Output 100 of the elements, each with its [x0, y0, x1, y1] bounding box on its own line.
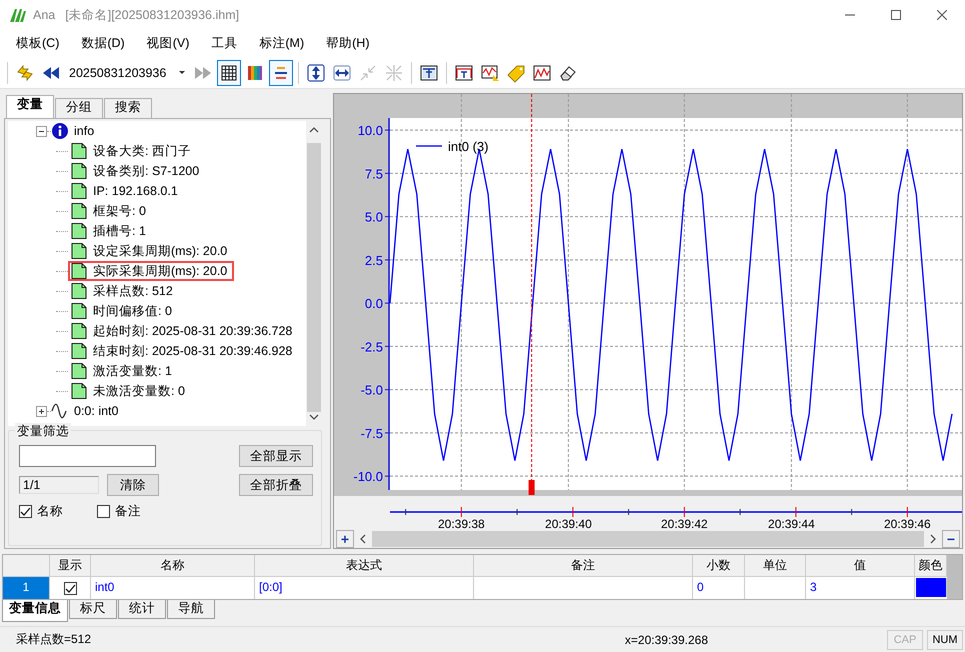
- x-tick-label: 20:39:40: [545, 517, 592, 530]
- document-icon: [70, 362, 88, 380]
- group-title: 变量筛选: [15, 423, 71, 440]
- shrink-icon: [358, 62, 378, 82]
- tree-item[interactable]: 激活变量数: 1: [92, 362, 173, 380]
- check-icon: [64, 582, 76, 594]
- zoom-out-button[interactable]: −: [942, 530, 960, 548]
- y-tick-label: -7.5: [360, 426, 383, 441]
- checkbox-label: 备注: [115, 503, 141, 520]
- wave-marker-icon: [480, 62, 500, 82]
- row-header[interactable]: 1: [3, 577, 50, 599]
- clear-button[interactable]: 清除: [107, 474, 159, 496]
- column-header[interactable]: 值: [806, 555, 915, 577]
- tree-item[interactable]: 起始时刻: 2025-08-31 20:39:36.728: [92, 322, 294, 340]
- tree-item[interactable]: 0:0: int0: [73, 404, 120, 418]
- document-icon: [70, 322, 88, 340]
- color-swatch[interactable]: [916, 578, 947, 597]
- tree-item[interactable]: IP: 192.168.0.1: [92, 184, 179, 198]
- tab[interactable]: 变量: [6, 95, 54, 118]
- column-header[interactable]: 显示: [50, 555, 91, 577]
- legend-label: int0 (3): [448, 139, 488, 154]
- key-indicator: CAP: [887, 630, 923, 650]
- document-icon: [70, 222, 88, 240]
- show-all-button[interactable]: 全部显示: [239, 445, 313, 467]
- column-header[interactable]: 小数: [693, 555, 745, 577]
- tag-icon: [506, 62, 526, 82]
- frame-marker-icon: [454, 62, 474, 82]
- document-icon: [70, 282, 88, 300]
- tab[interactable]: 导航: [167, 600, 215, 619]
- menu-item[interactable]: 帮助(H): [318, 35, 378, 52]
- document-icon: [70, 382, 88, 400]
- tree-item[interactable]: 未激活变量数: 0: [92, 382, 186, 400]
- tab[interactable]: 统计: [118, 600, 166, 619]
- tree-item[interactable]: 采样点数: 512: [92, 282, 174, 300]
- tree-item[interactable]: info: [73, 124, 96, 138]
- document-icon: [70, 302, 88, 320]
- filter-input[interactable]: [19, 445, 156, 467]
- table-cell: 0: [693, 577, 745, 599]
- tab[interactable]: 变量信息: [2, 600, 68, 622]
- tree-item[interactable]: 框架号: 0: [92, 202, 147, 220]
- cursor-line[interactable]: [531, 94, 532, 480]
- legend-line: [416, 145, 442, 147]
- menu-item[interactable]: 视图(V): [138, 35, 198, 52]
- tree-item[interactable]: 实际采集周期(ms): 20.0: [92, 262, 228, 280]
- tab[interactable]: 搜索: [104, 98, 152, 118]
- tab[interactable]: 标尺: [69, 600, 117, 619]
- tree-item[interactable]: 时间偏移值: 0: [92, 302, 173, 320]
- checkbox[interactable]: [97, 505, 110, 518]
- document-icon: [70, 182, 88, 200]
- document-icon: [70, 142, 88, 160]
- caret-icon: [179, 71, 185, 74]
- checkbox[interactable]: [64, 582, 76, 594]
- peak-chart-icon: [532, 62, 552, 82]
- sample-count: 采样点数=512: [16, 631, 92, 648]
- y-tick-label: 2.5: [364, 252, 383, 268]
- tab[interactable]: 分组: [55, 98, 103, 118]
- menu-item[interactable]: 数据(D): [73, 35, 133, 52]
- tree-item[interactable]: 设备大类: 西门子: [92, 142, 192, 160]
- count-field: 1/1: [19, 476, 99, 494]
- collapse-all-button[interactable]: 全部折叠: [239, 474, 313, 496]
- scrollbar-thumb[interactable]: [372, 531, 924, 547]
- app-logo-icon: [9, 7, 27, 23]
- document-icon: [70, 262, 88, 280]
- column-header[interactable]: 备注: [474, 555, 693, 577]
- column-header[interactable]: 颜色: [915, 555, 947, 577]
- horizontal-expand-icon: [332, 62, 352, 82]
- window-title: Ana: [33, 8, 56, 22]
- table-cell: [0:0]: [255, 577, 474, 599]
- y-tick-label: -10.0: [353, 469, 383, 484]
- y-tick-label: -5.0: [360, 382, 383, 398]
- y-tick-label: -2.5: [360, 339, 383, 354]
- toolbar-button[interactable]: [269, 60, 293, 86]
- x-tick-label: 20:39:44: [768, 517, 815, 530]
- expand-icon[interactable]: [36, 406, 47, 416]
- collapse-icon[interactable]: [36, 126, 47, 136]
- checkbox[interactable]: [19, 505, 32, 518]
- table-cell: 3: [806, 577, 915, 599]
- close-icon: [937, 10, 947, 20]
- column-header[interactable]: 单位: [745, 555, 806, 577]
- menu-item[interactable]: 工具: [203, 35, 246, 52]
- column-header[interactable]: 名称: [91, 555, 255, 577]
- y-tick-label: 7.5: [364, 166, 383, 182]
- tree-item[interactable]: 结束时刻: 2025-08-31 20:39:46.928: [92, 342, 294, 360]
- vertical-scrollbar[interactable]: [947, 555, 962, 599]
- tree-item[interactable]: 设定采集周期(ms): 20.0: [92, 242, 228, 260]
- document-icon: [70, 342, 88, 360]
- menu-item[interactable]: 标注(M): [251, 35, 312, 52]
- toolbar-button[interactable]: [217, 60, 241, 86]
- grid-icon: [219, 62, 239, 82]
- cursor-handle[interactable]: [528, 480, 535, 495]
- tree-item[interactable]: 插槽号: 1: [92, 222, 147, 240]
- x-tick-label: 20:39:46: [884, 517, 931, 530]
- zoom-in-button[interactable]: +: [336, 530, 354, 548]
- scrollbar-thumb[interactable]: [307, 143, 321, 412]
- x-tick-label: 20:39:42: [661, 517, 708, 530]
- checkbox-label: 名称: [37, 503, 63, 520]
- column-header[interactable]: 表达式: [255, 555, 474, 577]
- tree-item[interactable]: 设备类别: S7-1200: [92, 162, 200, 180]
- y-tick-label: 5.0: [364, 210, 383, 225]
- menu-item[interactable]: 模板(C): [8, 35, 68, 52]
